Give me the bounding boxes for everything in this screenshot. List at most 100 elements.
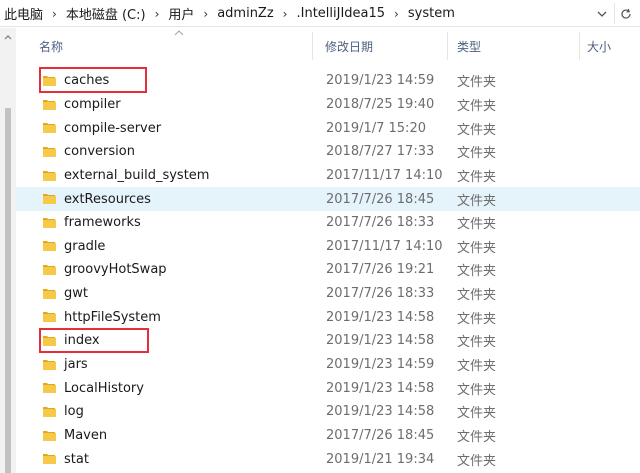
list-item[interactable]: caches 2019/1/23 14:59 文件夹: [16, 69, 640, 93]
file-type: 文件夹: [457, 217, 497, 233]
column-date-modified[interactable]: 修改日期: [325, 28, 373, 64]
breadcrumb-separator-icon[interactable]: ›: [390, 7, 403, 21]
column-divider[interactable]: [312, 32, 313, 60]
column-divider[interactable]: [447, 32, 448, 60]
file-type: 文件夹: [457, 264, 497, 280]
list-item[interactable]: compile-server 2019/1/7 15:20 文件夹: [16, 116, 640, 140]
file-type: 文件夹: [457, 359, 497, 374]
file-name[interactable]: external_build_system: [64, 164, 209, 188]
breadcrumb-item[interactable]: 用户: [163, 4, 199, 23]
file-date-modified: 2019/1/23 14:59: [326, 73, 435, 89]
file-type: 文件夹: [457, 311, 497, 327]
refresh-button[interactable]: [614, 3, 636, 24]
scrollbar-thumb[interactable]: [5, 108, 11, 473]
file-date-modified: 2019/1/21 19:34: [326, 451, 435, 467]
breadcrumb-separator-icon[interactable]: ›: [279, 7, 292, 21]
column-size[interactable]: 大小: [587, 28, 611, 64]
folder-icon: [43, 383, 56, 394]
breadcrumb-separator-icon[interactable]: ›: [48, 7, 61, 21]
file-type: 文件夹: [457, 240, 497, 256]
file-date-modified: 2017/7/26 18:33: [326, 286, 435, 302]
file-name[interactable]: groovyHotSwap: [64, 258, 167, 282]
file-type: 文件夹: [457, 146, 497, 162]
file-type: 文件夹: [457, 122, 497, 138]
file-date-modified: 2017/7/26 18:45: [326, 427, 435, 443]
list-item[interactable]: stat 2019/1/21 19:34 文件夹: [16, 447, 640, 471]
folder-icon: [43, 406, 56, 417]
column-header: 名称 修改日期 类型 大小: [16, 28, 640, 64]
list-item[interactable]: Maven 2017/7/26 18:45 文件夹: [16, 424, 640, 448]
breadcrumb: 此电脑 › 本地磁盘 (C:) › 用户 › adminZz › .IntelliJIdea15…: [0, 0, 460, 27]
file-date-modified: 2017/11/17 14:10: [326, 167, 443, 183]
file-date-modified: 2018/7/25 19:40: [326, 96, 435, 112]
list-item[interactable]: gradle 2017/11/17 14:10 文件夹: [16, 234, 640, 258]
breadcrumb-separator-icon[interactable]: ›: [199, 7, 212, 21]
file-name[interactable]: compiler: [64, 93, 121, 117]
folder-icon: [43, 194, 56, 205]
address-bar[interactable]: 此电脑 › 本地磁盘 (C:) › 用户 › adminZz › .IntelliJIdea15…: [0, 0, 640, 27]
breadcrumb-item[interactable]: system: [403, 6, 460, 21]
list-item[interactable]: compiler 2018/7/25 19:40 文件夹: [16, 93, 640, 117]
folder-icon: [43, 336, 56, 347]
file-type: 文件夹: [457, 169, 497, 185]
file-date-modified: 2019/1/23 14:59: [326, 357, 435, 372]
folder-icon: [43, 76, 56, 86]
list-item[interactable]: frameworks 2017/7/26 18:33 文件夹: [16, 211, 640, 235]
file-date-modified: 2017/7/26 19:21: [326, 262, 435, 278]
file-name[interactable]: gradle: [64, 234, 105, 258]
file-type: 文件夹: [457, 288, 497, 304]
file-date-modified: 2017/7/26 18:45: [326, 191, 435, 207]
column-divider[interactable]: [579, 32, 580, 60]
file-name[interactable]: LocalHistory: [64, 376, 144, 400]
file-date-modified: 2017/11/17 14:10: [326, 238, 443, 254]
folder-icon: [43, 170, 56, 181]
list-item[interactable]: groovyHotSwap 2017/7/26 19:21 文件夹: [16, 258, 640, 282]
breadcrumb-item[interactable]: adminZz: [212, 6, 278, 21]
file-name[interactable]: frameworks: [64, 211, 141, 235]
file-date-modified: 2019/1/7 15:20: [326, 120, 426, 136]
file-name[interactable]: jars: [64, 353, 88, 377]
list-item[interactable]: conversion 2018/7/27 17:33 文件夹: [16, 140, 640, 164]
list-item[interactable]: extResources 2017/7/26 18:45 文件夹: [16, 187, 640, 211]
file-type: 文件夹: [457, 429, 497, 445]
list-item[interactable]: log 2019/1/23 14:58 文件夹: [16, 400, 640, 424]
folder-icon: [43, 454, 56, 465]
column-name[interactable]: 名称: [39, 28, 63, 64]
file-name[interactable]: Maven: [64, 424, 107, 448]
file-date-modified: 2019/1/23 14:58: [326, 380, 435, 396]
column-type[interactable]: 类型: [457, 28, 481, 64]
file-name[interactable]: conversion: [64, 140, 135, 164]
file-name[interactable]: caches: [64, 69, 109, 93]
file-name[interactable]: httpFileSystem: [64, 305, 161, 329]
list-item[interactable]: httpFileSystem 2019/1/23 14:58 文件夹: [16, 305, 640, 329]
file-type: 文件夹: [457, 335, 497, 351]
address-dropdown-button[interactable]: [592, 3, 612, 24]
file-name[interactable]: compile-server: [64, 116, 161, 140]
list-item[interactable]: LocalHistory 2019/1/23 14:58 文件夹: [16, 376, 640, 400]
list-item[interactable]: index 2019/1/23 14:58 文件夹: [16, 329, 640, 353]
folder-icon: [43, 217, 56, 228]
file-name[interactable]: index: [64, 329, 100, 353]
breadcrumb-item[interactable]: .IntelliJIdea15: [291, 6, 390, 21]
folder-icon: [43, 288, 56, 299]
file-type: 文件夹: [457, 382, 497, 398]
file-name[interactable]: gwt: [64, 282, 88, 306]
list-item[interactable]: jars 2019/1/23 14:59 文件夹: [16, 353, 640, 377]
folder-icon: [43, 123, 56, 134]
folder-icon: [43, 146, 56, 157]
navigation-pane-scrollbar[interactable]: [0, 28, 16, 473]
chevron-down-icon: [597, 11, 607, 17]
breadcrumb-item[interactable]: 此电脑: [0, 4, 48, 23]
file-name[interactable]: stat: [64, 447, 89, 471]
file-name[interactable]: log: [64, 400, 84, 424]
scroll-up-button[interactable]: [0, 30, 16, 44]
breadcrumb-item[interactable]: 本地磁盘 (C:): [61, 4, 151, 23]
list-item[interactable]: gwt 2017/7/26 18:33 文件夹: [16, 282, 640, 306]
list-item[interactable]: external_build_system 2017/11/17 14:10 文件夹: [16, 164, 640, 188]
file-name[interactable]: extResources: [64, 187, 151, 211]
file-type: 文件夹: [457, 406, 497, 422]
file-list: caches 2019/1/23 14:59 文件夹 compiler 2018/7/2…: [16, 69, 640, 471]
breadcrumb-separator-icon[interactable]: ›: [151, 7, 164, 21]
chevron-up-icon: [4, 34, 12, 39]
file-type: 文件夹: [457, 98, 497, 114]
